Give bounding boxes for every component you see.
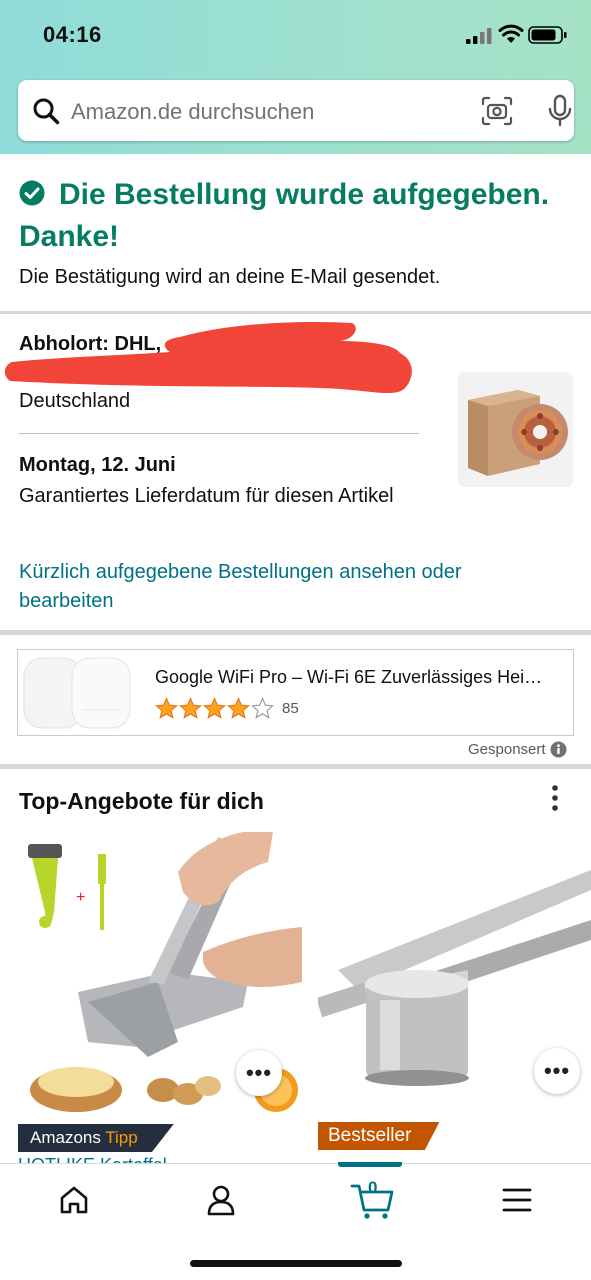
- recent-orders-link[interactable]: Kürzlich aufgegebene Bestellungen ansehe…: [19, 558, 539, 616]
- status-bar: 04:16: [0, 0, 591, 70]
- home-indicator: [190, 1260, 402, 1267]
- section-divider: [0, 630, 591, 635]
- section-divider: [0, 764, 591, 769]
- ordered-product-image[interactable]: [458, 372, 573, 487]
- stars-container: [155, 697, 275, 719]
- pickup-country: Deutschland: [19, 390, 131, 412]
- home-icon[interactable]: [54, 1180, 94, 1220]
- ad-product-title[interactable]: Google WiFi Pro – Wi-Fi 6E Zuverlässiges…: [155, 667, 555, 688]
- filament-box-image: [468, 390, 568, 476]
- deal-more-button[interactable]: •••: [534, 1048, 580, 1094]
- confirmation-title: Die Bestellung wurde aufgegeben. Danke!: [19, 178, 550, 253]
- active-tab-indicator: [338, 1162, 402, 1167]
- account-icon[interactable]: [201, 1180, 241, 1220]
- search-input[interactable]: Amazon.de durchsuchen: [71, 99, 314, 125]
- info-icon[interactable]: [550, 741, 567, 758]
- amazons-tipp-badge: Amazons Tipp: [18, 1124, 174, 1152]
- mic-icon[interactable]: [545, 94, 575, 128]
- more-vertical-icon[interactable]: [546, 783, 564, 813]
- sponsored-label[interactable]: Gesponsert: [468, 741, 567, 758]
- deal-more-button[interactable]: •••: [236, 1050, 282, 1096]
- wifi-icon: [498, 24, 524, 43]
- order-confirmation: Die Bestellung wurde aufgegeben. Danke! …: [0, 154, 591, 311]
- star-filled-icon: [155, 697, 178, 719]
- star-filled-icon: [227, 697, 250, 719]
- deal-card-potato-press[interactable]: + •••: [18, 832, 302, 1122]
- review-count[interactable]: 85: [282, 700, 299, 717]
- pickup-divider: [19, 433, 419, 434]
- star-empty-icon: [251, 697, 274, 719]
- badge-highlight: Tipp: [105, 1128, 138, 1147]
- star-filled-icon: [179, 697, 202, 719]
- search-bar[interactable]: Amazon.de durchsuchen: [18, 80, 574, 141]
- battery-icon: [528, 26, 567, 44]
- sponsored-text: Gesponsert: [468, 741, 546, 758]
- bestseller-badge: Bestseller: [318, 1122, 440, 1150]
- deals-section-title: Top-Angebote für dich: [19, 788, 264, 814]
- google-wifi-product-image: [23, 657, 131, 729]
- search-icon: [33, 98, 60, 125]
- status-time: 04:16: [43, 22, 102, 47]
- menu-icon[interactable]: [497, 1180, 537, 1220]
- delivery-date: Montag, 12. Juni: [19, 454, 176, 476]
- cellular-signal-icon: [466, 28, 492, 44]
- cart-count-badge: 0: [368, 1178, 378, 1197]
- delivery-guarantee: Garantiertes Lieferdatum für diesen Arti…: [19, 485, 394, 507]
- star-filled-icon: [203, 697, 226, 719]
- header: 04:16 Amazon.de durchsuchen: [0, 0, 591, 154]
- badge-prefix: Amazons: [30, 1128, 106, 1147]
- confirmation-subtitle: Die Bestätigung wird an deine E-Mail ges…: [19, 266, 441, 288]
- sponsored-ad-card[interactable]: Google WiFi Pro – Wi-Fi 6E Zuverlässiges…: [17, 649, 574, 736]
- star-rating: 85: [155, 697, 299, 719]
- deal-card-steel-press[interactable]: •••: [316, 860, 591, 1094]
- camera-icon[interactable]: [480, 96, 514, 126]
- svg-text:+: +: [76, 889, 85, 906]
- section-divider: [0, 311, 591, 314]
- redaction-scribble: [4, 321, 412, 394]
